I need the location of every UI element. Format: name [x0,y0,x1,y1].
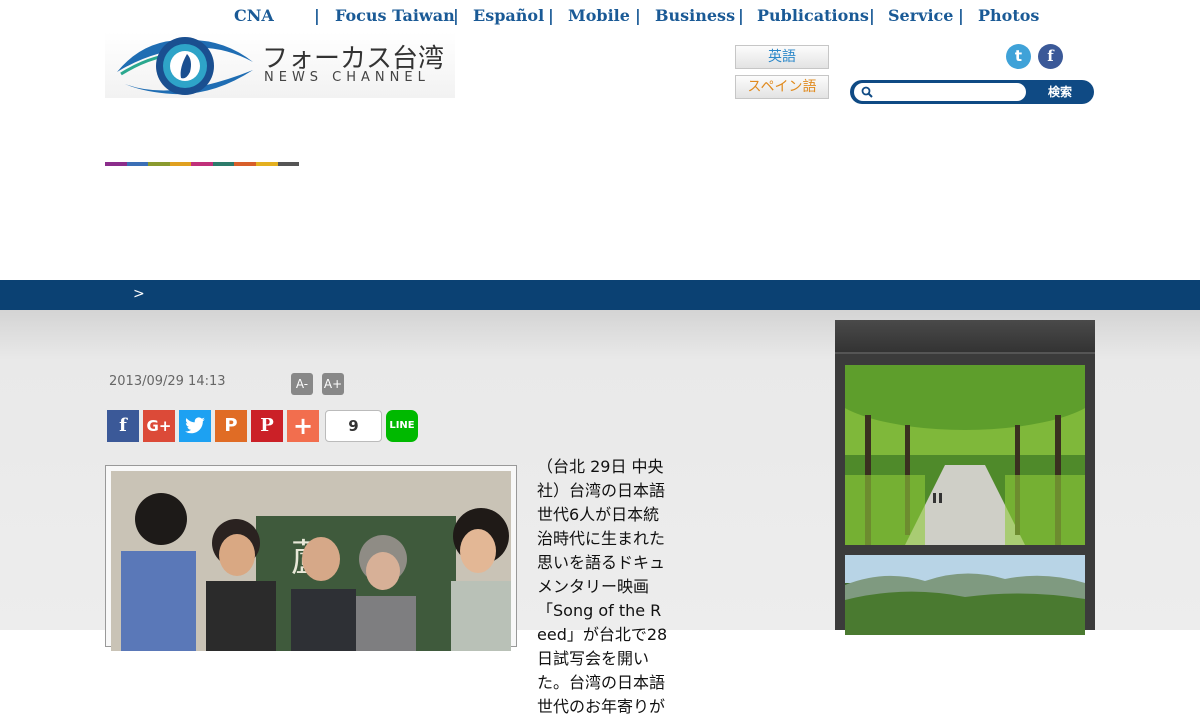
sidebar-header [835,320,1095,354]
nav-mobile[interactable]: Mobile [568,6,630,25]
sidebar-photos [825,320,1105,635]
breadcrumb-arrow: > [133,286,145,302]
search-icon [861,86,873,98]
sidebar-photo-tree-tunnel[interactable] [825,340,1105,545]
nav-separator: | [958,6,964,25]
logo-title-en: NEWS CHANNEL [264,70,430,85]
nav-separator: | [453,6,459,25]
top-nav: CNA | Focus Taiwan | Español | Mobile | … [0,0,1200,30]
nav-publications[interactable]: Publications [757,6,869,25]
share-pinterest-icon[interactable]: P [251,410,283,442]
share-twitter-icon[interactable] [179,410,211,442]
nav-espanol[interactable]: Español [473,6,544,25]
sidebar-photo-mountains[interactable] [845,555,1085,635]
search-input[interactable] [854,83,1026,101]
share-more-icon[interactable]: + [287,410,319,442]
eye-logo-icon [117,37,253,95]
font-decrease-button[interactable]: A- [291,373,313,395]
share-line-icon[interactable]: LINE [386,410,418,442]
article-body: （台北 29日 中央社）台湾の日本語世代6人が日本統治時代に生まれた思いを語るド… [537,457,668,716]
font-increase-button[interactable]: A+ [322,373,344,395]
color-stripe [105,162,300,166]
main-content: 2013/09/29 14:13 A- A+ f G+ P P + 9 LINE… [0,310,1200,716]
twitter-icon[interactable]: t [1006,44,1031,69]
english-button[interactable]: 英語 [735,45,829,69]
nav-separator: | [635,6,641,25]
search-bar: 検索 [850,80,1094,104]
nav-business[interactable]: Business [655,6,735,25]
search-button[interactable]: 検索 [1026,80,1094,104]
share-plurk-icon[interactable]: P [215,410,247,442]
nav-separator: | [548,6,554,25]
share-count: 9 [325,410,382,442]
site-logo[interactable]: フォーカス台湾 NEWS CHANNEL [105,32,455,98]
article-photo-frame: 蘆 [105,465,517,651]
spanish-button[interactable]: スペイン語 [735,75,829,99]
nav-cna[interactable]: CNA [234,6,274,25]
nav-separator: | [869,6,875,25]
nav-photos[interactable]: Photos [978,6,1039,25]
nav-separator: | [314,6,320,25]
share-google-plus-icon[interactable]: G+ [143,410,175,442]
nav-service[interactable]: Service [888,6,953,25]
breadcrumb-bar: > [0,280,1200,310]
nav-focus-taiwan[interactable]: Focus Taiwan [335,6,455,25]
share-facebook-icon[interactable]: f [107,410,139,442]
facebook-icon[interactable]: f [1038,44,1063,69]
nav-separator: | [738,6,744,25]
article-date: 2013/09/29 14:13 [109,374,226,389]
article-photo[interactable]: 蘆 [111,471,511,651]
